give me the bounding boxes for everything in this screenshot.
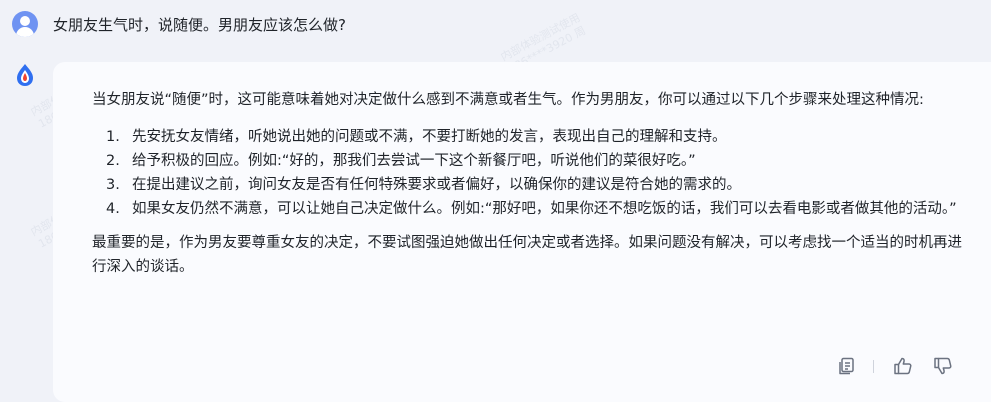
list-item: 2. 给予积极的回应。例如:“好的，那我们去尝试一下这个新餐厅吧，听说他们的菜很好… bbox=[106, 153, 696, 169]
answer-conclusion: 最重要的是，作为男友要尊重女友的决定，不要试图强迫她做出任何决定或者选择。如果问… bbox=[92, 235, 962, 275]
list-item: 1. 先安抚女友情绪，听她说出她的问题或不满，不要打断她的发言，表现出自己的理解和… bbox=[106, 129, 727, 145]
thumbs-up-icon[interactable] bbox=[892, 355, 914, 377]
answer-actions bbox=[836, 355, 986, 377]
user-avatar-icon bbox=[12, 11, 38, 37]
action-divider bbox=[873, 360, 874, 373]
bot-answer: 当女朋友说“随便”时，这可能意味着她对决定做什么感到不满意或者生气。作为男朋友，… bbox=[92, 88, 972, 279]
list-item: 3. 在提出建议之前，询问女友是否有任何特殊要求或者偏好，以确保你的建议是符合她的… bbox=[106, 177, 741, 193]
user-message: 女朋友生气时，说随便。男朋友应该怎么做? bbox=[0, 0, 991, 56]
user-question-text: 女朋友生气时，说随便。男朋友应该怎么做? bbox=[53, 16, 346, 34]
flame-drop-logo-icon bbox=[12, 62, 38, 88]
list-item: 4. 如果女友仍然不满意，可以让她自己决定做什么。例如:“那好吧，如果你还不想吃饭… bbox=[106, 201, 957, 217]
answer-intro: 当女朋友说“随便”时，这可能意味着她对决定做什么感到不满意或者生气。作为男朋友，… bbox=[92, 92, 924, 108]
answer-steps-list: 1. 先安抚女友情绪，听她说出她的问题或不满，不要打断她的发言，表现出自己的理解和… bbox=[92, 125, 972, 221]
copy-icon[interactable] bbox=[836, 355, 858, 377]
thumbs-down-icon[interactable] bbox=[932, 355, 954, 377]
